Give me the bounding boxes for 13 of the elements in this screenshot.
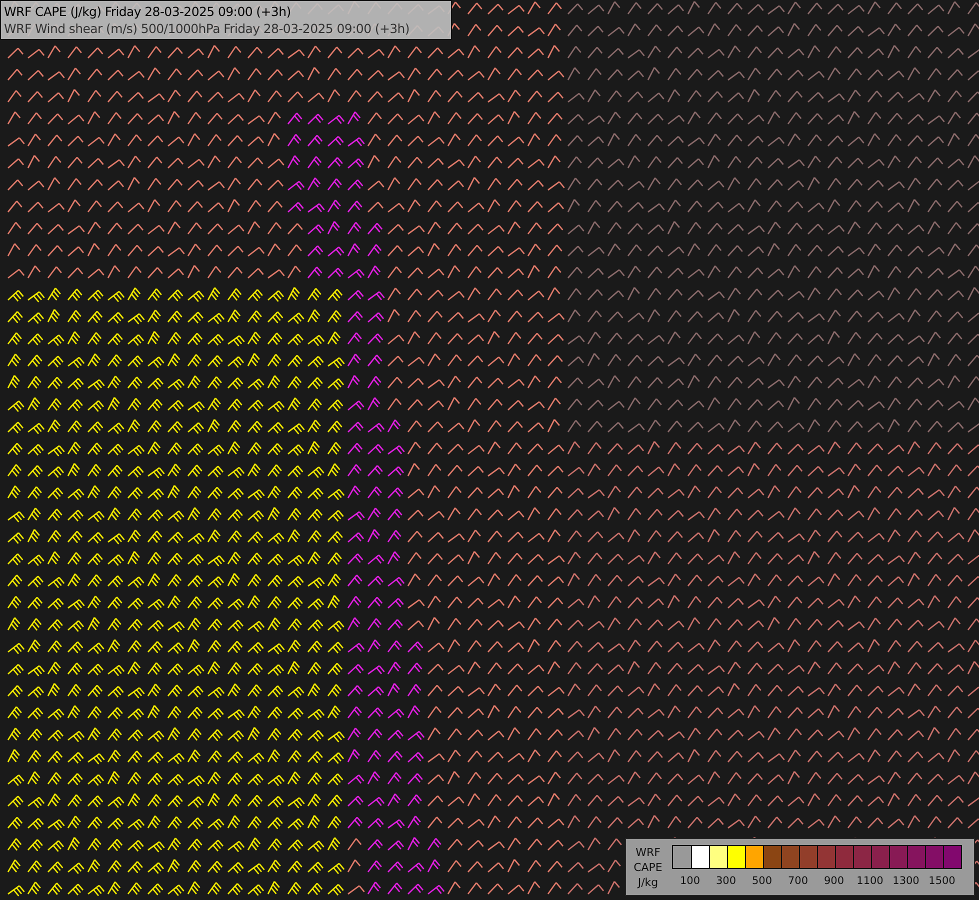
scale-label: 1300 — [892, 875, 920, 887]
legend-title: J/kg — [638, 874, 658, 890]
scale-label: 700 — [788, 875, 808, 887]
map-title: WRF Wind shear (m/s) 500/1000hPa Friday 28-03-2025 09:00 (+3h) — [4, 20, 411, 37]
scale-label: 1500 — [928, 875, 956, 887]
scale-label: 1100 — [856, 875, 884, 887]
legend-title: CAPE — [634, 860, 662, 874]
scale-label: 300 — [716, 875, 736, 887]
scale-label: 500 — [752, 875, 772, 887]
map-title: WRF CAPE (J/kg) Friday 28-03-2025 09:00 (+3h) — [4, 3, 292, 20]
scale-label: 100 — [680, 875, 700, 887]
scale-label: 900 — [824, 875, 844, 887]
legend-title: WRF — [636, 844, 660, 860]
